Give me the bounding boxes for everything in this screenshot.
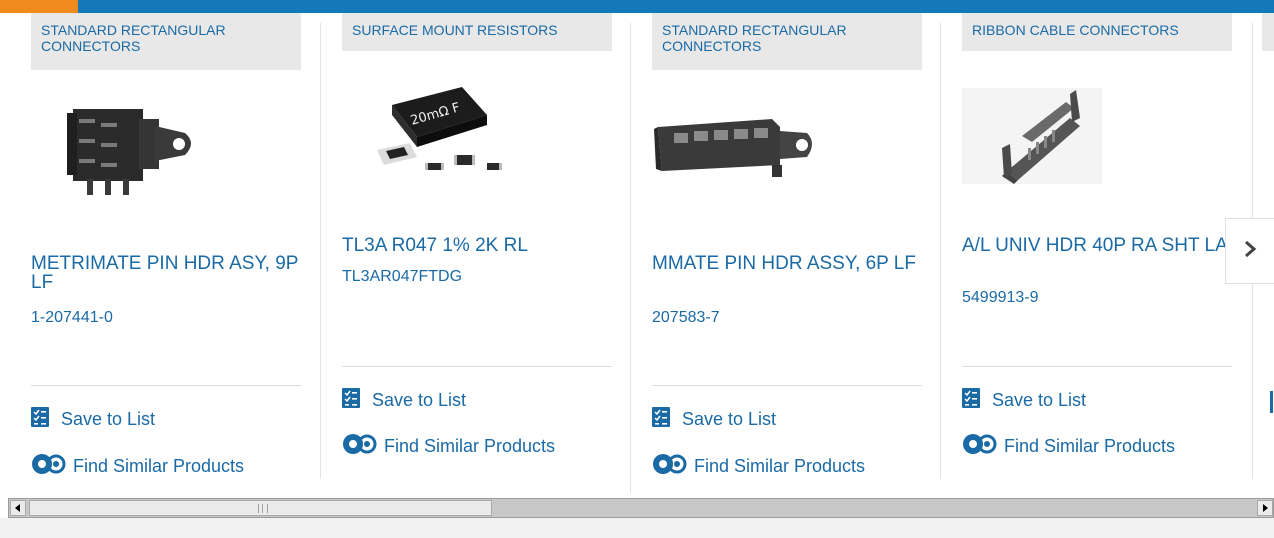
triangle-left-icon [15,504,20,512]
horizontal-scrollbar[interactable] [8,498,1274,518]
scrollbar-thumb[interactable] [29,500,492,516]
pin-header-6p-image[interactable] [652,113,822,183]
top-accent-bar [0,0,1274,13]
find-similar-button[interactable]: Find Similar Products [652,451,865,482]
next-card-icon-edge [1270,391,1273,413]
find-similar-button[interactable]: Find Similar Products [342,431,555,462]
find-similar-label: Find Similar Products [1004,436,1176,456]
category-label[interactable]: STANDARD RECTANGULAR CONNECTORS [31,13,301,70]
category-label[interactable]: STANDARD RECTANGULAR CONNECTORS [652,13,922,70]
find-similar-label: Find Similar Products [694,456,866,476]
divider [962,366,1232,367]
checklist-icon [342,388,360,413]
product-card: SURFACE MOUNT RESISTORS 20mΩ F TL3A R047… [342,13,632,473]
checklist-icon [652,407,670,432]
gears-icon [342,431,378,462]
divider [31,385,301,386]
triangle-right-icon [1263,504,1268,512]
find-similar-label: Find Similar Products [73,456,245,476]
thumb-grip [258,504,268,513]
product-title-link[interactable]: A/L UNIV HDR 40P RA SHT LAT [962,236,1242,255]
next-card-category-edge [1262,13,1274,51]
page-footer-area [0,518,1274,538]
scroll-left-button[interactable] [10,500,26,516]
part-number-link[interactable]: 207583-7 [652,309,720,327]
save-to-list-button[interactable]: Save to List [342,388,466,413]
product-carousel: STANDARD RECTANGULAR CONNECTORS METRIMAT… [0,13,1274,493]
product-card: STANDARD RECTANGULAR CONNECTORS METRIMAT… [31,13,321,476]
find-similar-label: Find Similar Products [384,436,556,456]
save-to-list-button[interactable]: Save to List [652,407,776,432]
carousel-next-button[interactable] [1225,218,1274,284]
product-title-link[interactable]: METRIMATE PIN HDR ASY, 9P LF [31,254,311,292]
save-to-list-label: Save to List [61,409,156,429]
find-similar-button[interactable]: Find Similar Products [31,451,244,482]
category-label[interactable]: RIBBON CABLE CONNECTORS [962,13,1232,51]
top-accent-orange [0,0,78,13]
save-to-list-button[interactable]: Save to List [31,407,155,432]
product-title-link[interactable]: TL3A R047 1% 2K RL [342,236,622,255]
product-title-link[interactable]: MMATE PIN HDR ASSY, 6P LF [652,254,932,273]
checklist-icon [962,388,980,413]
part-number-link[interactable]: TL3AR047FTDG [342,268,462,286]
save-to-list-label: Save to List [682,409,777,429]
gears-icon [31,451,67,482]
gears-icon [652,451,688,482]
ribbon-header-image[interactable] [962,88,1112,188]
part-number-link[interactable]: 5499913-9 [962,289,1039,307]
save-to-list-button[interactable]: Save to List [962,388,1086,413]
divider [342,366,612,367]
gears-icon [962,431,998,462]
divider [652,385,922,386]
scroll-right-button[interactable] [1257,500,1273,516]
save-to-list-label: Save to List [992,390,1087,410]
find-similar-button[interactable]: Find Similar Products [962,431,1175,462]
product-card: STANDARD RECTANGULAR CONNECTORS MMATE PI… [652,13,942,476]
product-card: RIBBON CABLE CONNECTORS A/L UNIV HDR 40P… [962,13,1252,473]
checklist-icon [31,407,49,432]
smd-resistor-image[interactable]: 20mΩ F [372,75,522,190]
category-label[interactable]: SURFACE MOUNT RESISTORS [342,13,612,51]
pin-header-9p-image[interactable] [65,91,205,201]
part-number-link[interactable]: 1-207441-0 [31,309,113,327]
save-to-list-label: Save to List [372,390,467,410]
chevron-right-icon [1243,239,1257,264]
